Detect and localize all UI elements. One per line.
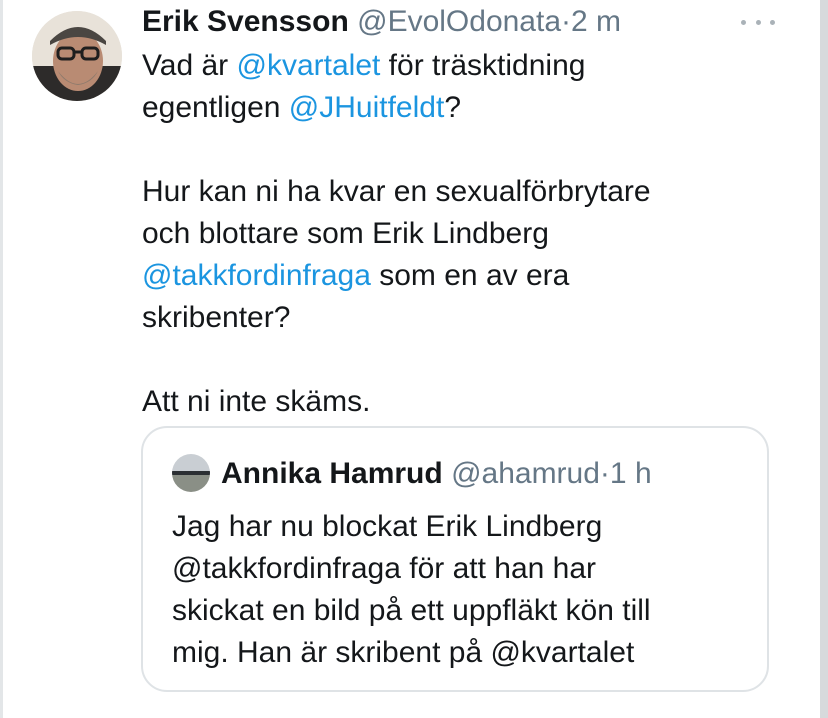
- text-segment: för träsktidning: [380, 49, 586, 82]
- mention-jhuitfeldt[interactable]: @JHuitfeldt: [289, 91, 445, 124]
- quoted-timestamp: 1 h: [609, 457, 652, 490]
- text-segment: Vad är: [142, 49, 237, 82]
- author-handle[interactable]: @EvolOdonata: [357, 5, 561, 38]
- quoted-author-handle: @ahamrud: [451, 457, 600, 490]
- avatar[interactable]: [32, 11, 122, 101]
- quoted-author-name: Annika Hamrud: [221, 457, 443, 490]
- text-segment: ?: [444, 91, 461, 124]
- tweet-line: Vad är @kvartalet för träsktidning: [142, 45, 762, 87]
- quoted-line: mig. Han är skribent på @kvartalet: [172, 636, 635, 669]
- tweet-header: Erik Svensson @EvolOdonata·2 m: [142, 4, 621, 40]
- timestamp[interactable]: 2 m: [571, 5, 621, 38]
- mention-takkfordinfraga[interactable]: @takkfordinfraga: [142, 259, 371, 292]
- tweet-line: Hur kan ni ha kvar en sexualförbrytare: [142, 175, 651, 208]
- quoted-line: Jag har nu blockat Erik Lindberg: [172, 510, 603, 543]
- tweet-card[interactable]: Erik Svensson @EvolOdonata·2 m Vad är @k…: [0, 0, 828, 718]
- text-segment: som en av era: [370, 259, 570, 292]
- left-edge-divider: [0, 0, 3, 718]
- quoted-tweet[interactable]: Annika Hamrud @ahamrud·1 h Jag har nu bl…: [141, 426, 769, 692]
- more-dot: [770, 19, 775, 25]
- quoted-header: Annika Hamrud @ahamrud·1 h: [221, 456, 652, 492]
- avatar-photo: [32, 11, 122, 101]
- author-name[interactable]: Erik Svensson: [142, 5, 349, 38]
- more-dot: [755, 19, 761, 25]
- separator-dot: ·: [599, 457, 610, 490]
- text-segment: egentligen: [142, 91, 289, 124]
- more-dot: [741, 19, 746, 25]
- tweet-line: skribenter?: [142, 301, 291, 334]
- tweet-line: Att ni inte skäms.: [142, 385, 371, 418]
- tweet-line: och blottare som Erik Lindberg: [142, 217, 549, 250]
- tweet-text: Vad är @kvartalet för träsktidning egent…: [142, 45, 762, 423]
- tweet-line: @takkfordinfraga som en av era: [142, 255, 762, 297]
- quoted-line: @takkfordinfraga för att han har: [172, 552, 597, 585]
- more-horizontal-icon[interactable]: [741, 12, 775, 32]
- quoted-line: skickat en bild på ett uppfläkt kön till: [172, 594, 651, 627]
- quoted-avatar: [172, 454, 210, 492]
- right-edge-scrollbar: [820, 0, 828, 718]
- tweet-line: egentligen @JHuitfeldt?: [142, 87, 762, 129]
- quoted-text: Jag har nu blockat Erik Lindberg @takkfo…: [172, 506, 752, 674]
- separator-dot: ·: [561, 5, 572, 38]
- mention-kvartalet[interactable]: @kvartalet: [237, 49, 381, 82]
- quoted-avatar-photo: [172, 454, 210, 492]
